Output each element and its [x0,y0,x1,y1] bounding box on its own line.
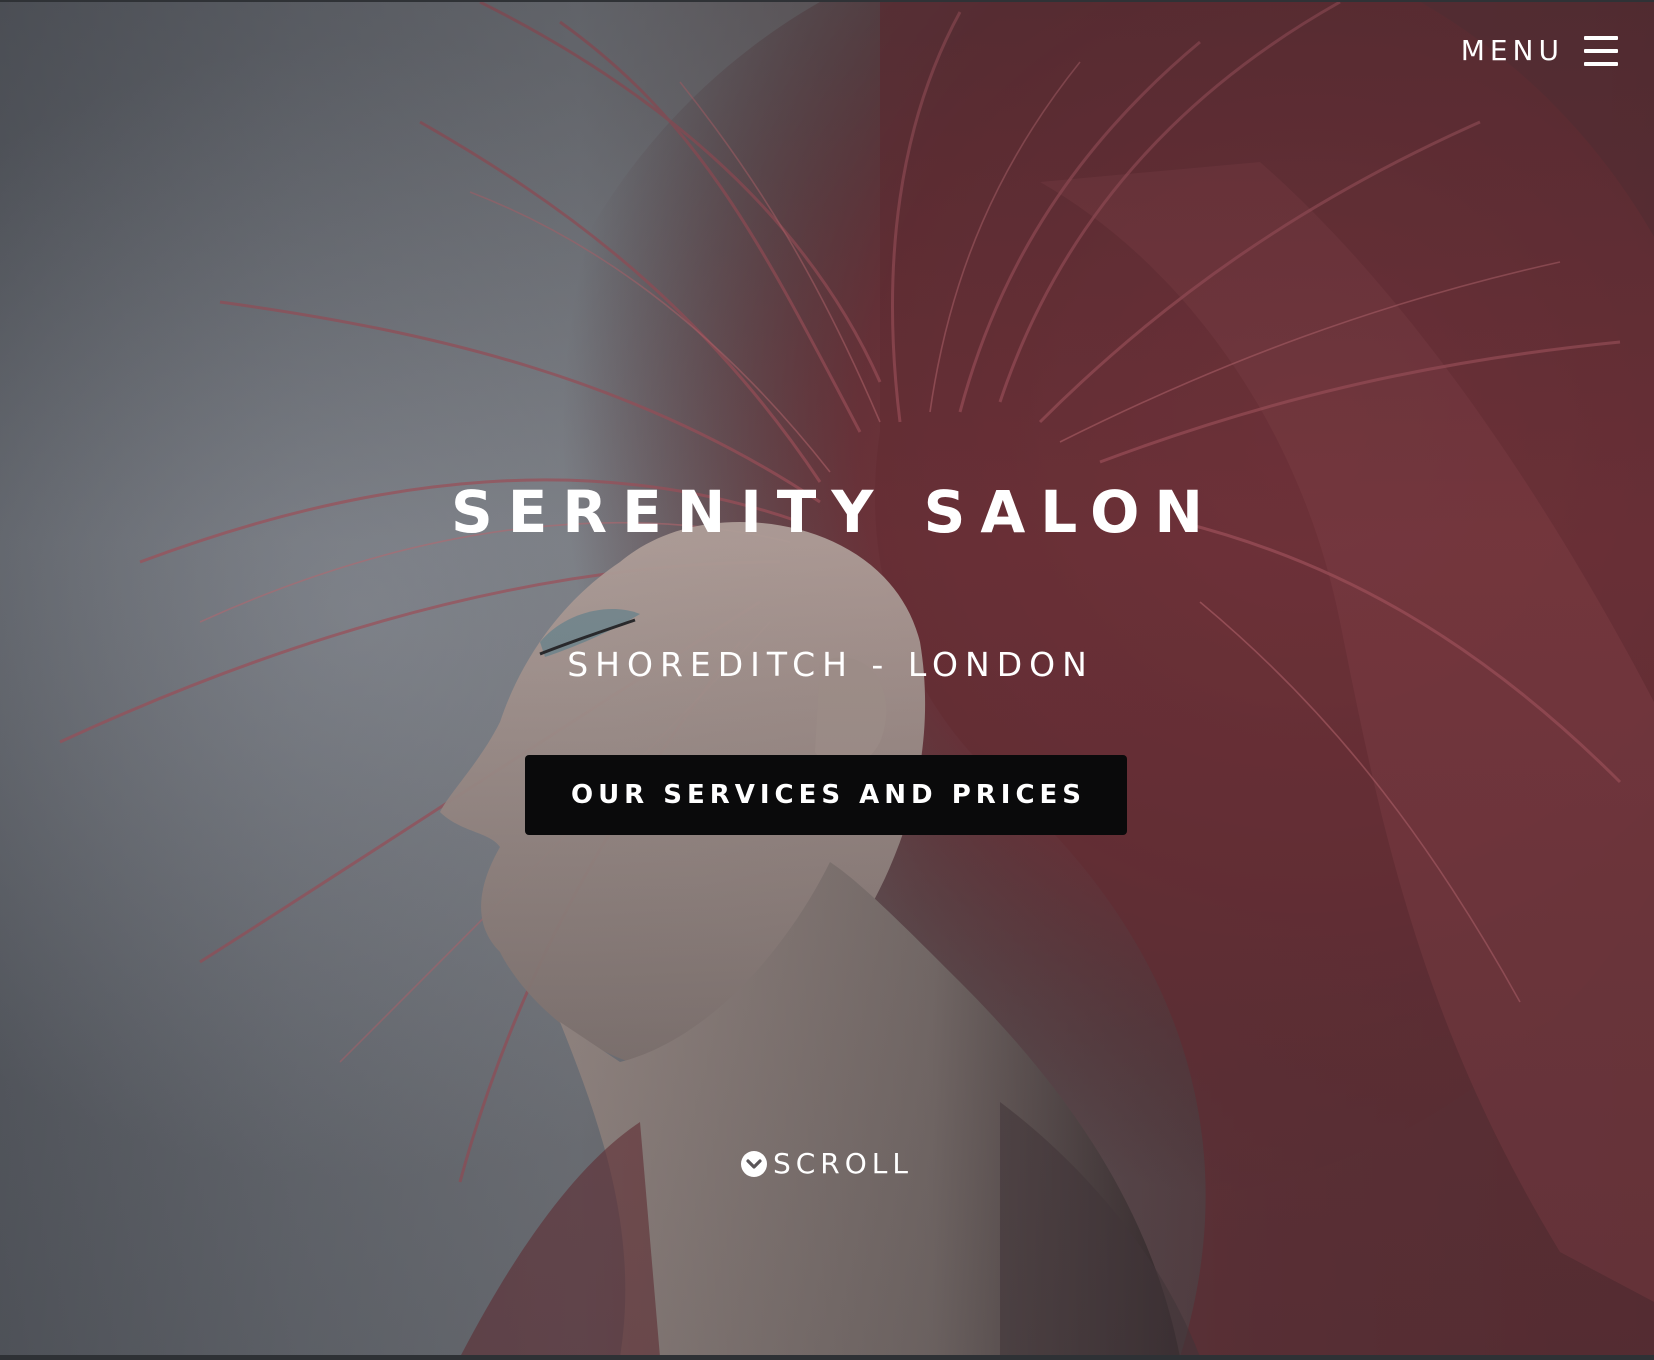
scroll-label: SCROLL [772,1147,914,1180]
hamburger-icon [1584,35,1618,66]
scroll-link[interactable]: SCROLL [0,1147,1654,1180]
location-subtitle: SHOREDITCH - LONDON [567,645,1094,684]
menu-button[interactable]: MENU [1461,34,1618,67]
chevron-down-circle-icon [740,1150,767,1177]
site-title: SERENITY SALON [451,478,1218,546]
menu-label: MENU [1460,34,1564,67]
bottom-edge [0,1355,1654,1360]
services-and-prices-button[interactable]: OUR SERVICES AND PRICES [525,755,1127,835]
